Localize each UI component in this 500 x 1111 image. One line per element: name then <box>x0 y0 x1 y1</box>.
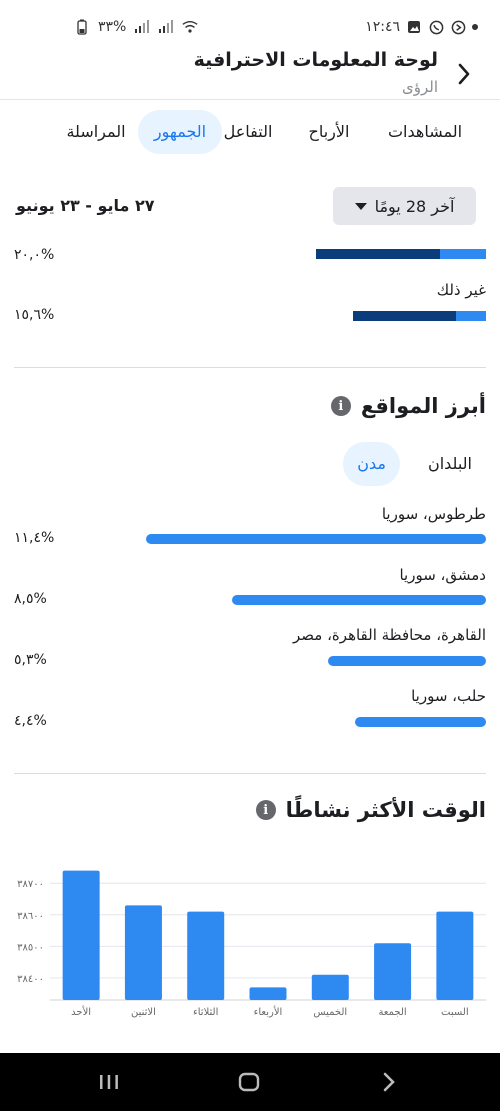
page-subtitle: الرؤى <box>402 78 438 96</box>
x-tick-label: الخميس <box>313 1007 347 1018</box>
gender-percent-2: ١٥,٦% <box>14 307 55 323</box>
active-time-title-text: الوقت الأكثر نشاطًا <box>285 798 486 822</box>
time-text: ١٢:٤٦ <box>365 19 400 35</box>
insights-tabs: المشاهدات الأرباح التفاعل الجمهور المراس… <box>0 108 500 156</box>
status-right: ١٢:٤٦ <box>365 19 478 35</box>
x-tick-label: الجمعة <box>378 1007 406 1018</box>
tab-cities[interactable]: مدن <box>343 442 400 486</box>
active-time-chart: ٣٨٤٠٠ ٣٨٥٠٠ ٣٨٦٠٠ ٣٨٧٠٠ الأحد الاثنين الثلاثاء… <box>0 850 500 1030</box>
tab-countries[interactable]: البلدان <box>414 442 486 486</box>
date-range-text: ٢٧ مايو - ٢٣ يونيو <box>16 196 155 215</box>
divider <box>14 367 486 368</box>
y-tick-label: ٣٨٧٠٠ <box>17 879 44 890</box>
system-nav-bar <box>0 1053 500 1111</box>
location-percent-3: ٥,٣% <box>14 652 47 668</box>
location-bar-1 <box>146 534 486 544</box>
battery-icon <box>74 19 90 35</box>
gender-percent-1: ٢٠,٠% <box>14 247 55 263</box>
chart-bar[interactable] <box>187 911 225 1000</box>
location-percent-1: ١١,٤% <box>14 530 55 546</box>
location-name-4: حلب، سوريا <box>411 687 486 705</box>
locations-subtabs: البلدان مدن <box>343 442 486 486</box>
chart-bar[interactable] <box>249 987 287 1000</box>
x-tick-label: الأحد <box>71 1005 91 1018</box>
location-bar-3 <box>328 656 486 666</box>
y-tick-label: ٣٨٥٠٠ <box>17 942 44 953</box>
bar-chart: ٣٨٤٠٠ ٣٨٥٠٠ ٣٨٦٠٠ ٣٨٧٠٠ الأحد الاثنين الثلاثاء… <box>17 870 486 1018</box>
home-button[interactable] <box>229 1065 269 1099</box>
locations-title-text: أبرز المواقع <box>360 394 486 418</box>
status-bar: ١٢:٤٦ ٣٣% <box>0 0 500 44</box>
gender-bar-2-light <box>456 311 486 321</box>
location-bar-4 <box>355 717 486 727</box>
date-range-dropdown[interactable]: آخر 28 يومًا <box>333 187 476 225</box>
active-time-title: الوقت الأكثر نشاطًا i <box>255 798 486 822</box>
home-icon <box>238 1072 260 1092</box>
recents-button[interactable] <box>89 1065 129 1099</box>
date-range-label: آخر 28 يومًا <box>374 196 455 216</box>
location-percent-4: ٤,٤% <box>14 713 47 729</box>
signal-icon <box>134 19 150 35</box>
tab-audience[interactable]: الجمهور <box>138 110 222 154</box>
recents-icon <box>100 1075 118 1089</box>
location-percent-2: ٨,٥% <box>14 591 47 607</box>
signal-icon-2 <box>158 19 174 35</box>
x-tick-label: الاثنين <box>131 1007 156 1018</box>
wifi-icon <box>182 19 198 35</box>
gallery-icon <box>406 19 422 35</box>
back-nav-button[interactable] <box>369 1065 409 1099</box>
back-nav-icon <box>383 1072 395 1092</box>
locations-title: أبرز المواقع i <box>330 394 486 418</box>
gender-bar-1-dark <box>316 249 440 259</box>
data-saver-icon <box>450 19 466 35</box>
gender-bar-1-light <box>440 249 486 259</box>
x-tick-label: الأربعاء <box>254 1005 283 1018</box>
app-header: لوحة المعلومات الاحترافية الرؤى <box>0 44 500 100</box>
page-title: لوحة المعلومات الاحترافية <box>193 49 438 71</box>
x-tick-label: الثلاثاء <box>193 1007 218 1018</box>
chart-bar[interactable] <box>62 870 100 1000</box>
location-name-1: طرطوس، سوريا <box>381 505 486 523</box>
notification-dot <box>472 24 478 30</box>
chart-bar[interactable] <box>374 943 412 1000</box>
whatsapp-icon <box>428 19 444 35</box>
caret-down-icon <box>354 202 367 210</box>
y-tick-label: ٣٨٦٠٠ <box>17 911 44 922</box>
location-name-2: دمشق، سوريا <box>399 566 486 584</box>
gender-label-2: غير ذلك <box>436 281 486 299</box>
battery-text: ٣٣% <box>98 19 127 35</box>
tab-views[interactable]: المشاهدات <box>370 110 480 154</box>
x-tick-label: السبت <box>441 1007 469 1018</box>
chart-bar[interactable] <box>311 974 349 1000</box>
chart-bar[interactable] <box>124 905 162 1000</box>
chevron-back-icon <box>458 63 470 85</box>
info-icon[interactable]: i <box>330 396 351 416</box>
status-left: ٣٣% <box>74 19 198 35</box>
back-button[interactable] <box>452 60 476 88</box>
divider <box>14 773 486 774</box>
tab-earnings[interactable]: الأرباح <box>292 110 366 154</box>
y-tick-label: ٣٨٤٠٠ <box>17 974 44 985</box>
location-bar-2 <box>232 595 486 605</box>
tab-messaging[interactable]: المراسلة <box>60 110 132 154</box>
info-icon[interactable]: i <box>255 800 276 820</box>
chart-bar[interactable] <box>436 911 474 1000</box>
gender-bar-2-dark <box>353 311 456 321</box>
location-name-3: القاهرة، محافظة القاهرة، مصر <box>293 626 486 644</box>
